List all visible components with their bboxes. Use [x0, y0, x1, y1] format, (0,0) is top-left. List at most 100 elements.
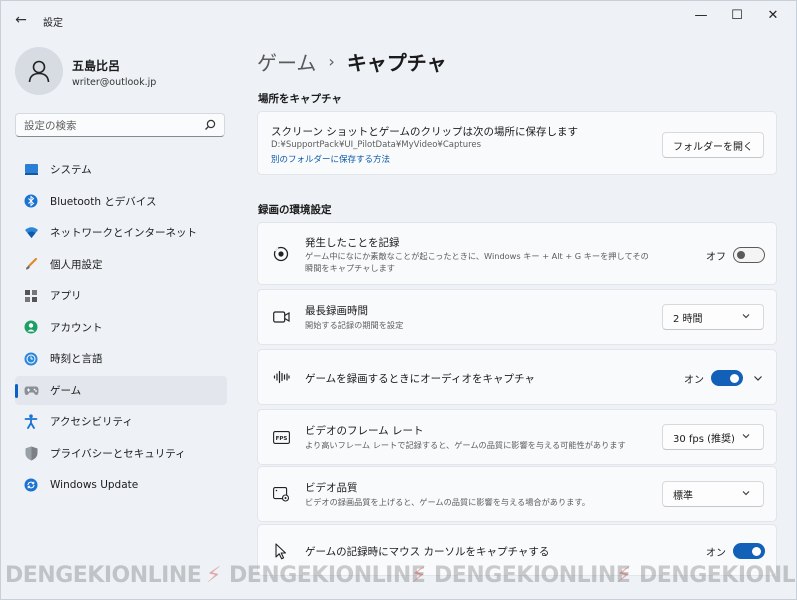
capture-location-path: D:¥SupportPack¥UI_PilotData¥MyVideo¥Capt…	[271, 140, 482, 150]
sidebar-item-label: Bluetooth とデバイス	[50, 195, 157, 208]
sidebar-item-personalization[interactable]: 個人用設定	[15, 250, 227, 279]
dropdown-value: 30 fps (推奨)	[673, 433, 735, 445]
record-what-happened-desc-line2: 瞬間をキャプチャします	[305, 263, 395, 273]
sidebar-item-label: アカウント	[50, 321, 103, 334]
section-title-capture-location: 場所をキャプチャ	[258, 93, 342, 105]
toggle-knob	[737, 251, 745, 259]
sidebar-item-system[interactable]: システム	[15, 155, 227, 184]
audio-wave-icon	[272, 368, 290, 386]
cursor-icon	[272, 542, 290, 560]
record-what-happened-card: 発生したことを記録 ゲーム中になにか素敵なことが起こったときに、Windows …	[257, 222, 777, 285]
record-icon	[272, 245, 290, 263]
capture-audio-toggle[interactable]	[711, 370, 743, 386]
minimize-button[interactable]: —	[684, 5, 718, 25]
frame-rate-desc: より高いフレーム レートで記録すると、ゲームの品質に影響を与える可能性があります	[305, 440, 626, 450]
sidebar-item-label: ネットワークとインターネット	[50, 227, 197, 239]
capture-audio-state: オン	[684, 375, 704, 386]
video-camera-icon	[272, 308, 290, 326]
sidebar-item-privacy-security[interactable]: プライバシーとセキュリティ	[15, 439, 227, 468]
settings-window: ← 設定 — ☐ ✕ 五島比呂 writer@outlook.jp 設定の検索 …	[0, 0, 797, 600]
time-language-icon	[23, 351, 39, 367]
accessibility-icon	[23, 414, 39, 430]
capture-location-card: スクリーン ショットとゲームのクリップは次の場所に保存します D:¥Suppor…	[257, 111, 777, 175]
video-quality-dropdown[interactable]: 標準	[662, 481, 764, 507]
max-recording-length-title: 最長録画時間	[305, 305, 368, 317]
sidebar-item-apps[interactable]: アプリ	[15, 281, 227, 310]
capture-audio-title: ゲームを録画するときにオーディオをキャプチャ	[305, 373, 535, 385]
app-title: 設定	[43, 18, 63, 29]
chevron-down-icon[interactable]	[751, 371, 765, 385]
user-name: 五島比呂	[72, 59, 121, 73]
sidebar-item-accessibility[interactable]: アクセシビリティ	[15, 407, 227, 436]
main-content: ゲーム › キャプチャ 場所をキャプチャ スクリーン ショットとゲームのクリップ…	[257, 37, 779, 600]
record-what-happened-title: 発生したことを記録	[305, 237, 400, 249]
frame-rate-dropdown[interactable]: 30 fps (推奨)	[662, 424, 764, 450]
sidebar-item-label: アプリ	[50, 290, 82, 302]
network-icon	[23, 225, 39, 241]
sidebar-item-label: Windows Update	[50, 478, 139, 491]
user-email: writer@outlook.jp	[72, 77, 157, 88]
sidebar: 五島比呂 writer@outlook.jp システム Bluetooth	[1, 37, 241, 600]
breadcrumb: ゲーム › キャプチャ	[257, 47, 447, 76]
video-quality-card: ビデオ品質 ビデオの録画品質を上げると、ゲームの品質に影響を与える場合があります…	[257, 466, 777, 522]
capture-cursor-state: オン	[706, 548, 726, 559]
avatar	[15, 47, 63, 95]
svg-text:FPS: FPS	[275, 436, 287, 442]
capture-location-title: スクリーン ショットとゲームのクリップは次の場所に保存します	[271, 126, 578, 138]
shield-icon	[23, 445, 39, 461]
frame-rate-card: FPS ビデオのフレーム レート より高いフレーム レートで記録すると、ゲームの…	[257, 409, 777, 465]
max-recording-length-dropdown[interactable]: 2 時間	[662, 304, 764, 330]
capture-cursor-toggle[interactable]	[733, 543, 765, 559]
capture-audio-card[interactable]: ゲームを録画するときにオーディオをキャプチャ オン	[257, 349, 777, 405]
chevron-down-icon	[742, 314, 750, 319]
sidebar-item-label: ゲーム	[50, 384, 82, 397]
fps-icon: FPS	[272, 428, 290, 446]
gamepad-icon	[23, 382, 39, 398]
sidebar-item-label: 個人用設定	[50, 258, 103, 271]
video-quality-icon	[272, 485, 290, 503]
chevron-down-icon	[742, 491, 750, 496]
capture-cursor-title: ゲームの記録時にマウス カーソルをキャプチャする	[305, 546, 550, 558]
maximize-button[interactable]: ☐	[720, 5, 754, 25]
chevron-down-icon	[742, 434, 750, 439]
sidebar-item-bluetooth[interactable]: Bluetooth とデバイス	[15, 187, 227, 216]
video-quality-desc: ビデオの録画品質を上げると、ゲームの品質に影響を与える場合があります。	[305, 497, 590, 507]
sidebar-item-network[interactable]: ネットワークとインターネット	[15, 218, 227, 247]
sidebar-item-gaming[interactable]: ゲーム	[15, 375, 227, 405]
sidebar-item-label: プライバシーとセキュリティ	[50, 447, 186, 460]
open-folder-button[interactable]: フォルダーを開く	[662, 132, 764, 158]
record-what-happened-desc-line1: ゲーム中になにか素敵なことが起こったときに、Windows キー + Alt +…	[305, 251, 649, 261]
dropdown-value: 2 時間	[673, 313, 703, 325]
apps-icon	[23, 288, 39, 304]
capture-cursor-card: ゲームの記録時にマウス カーソルをキャプチャする オン	[257, 524, 777, 576]
sidebar-item-label: 時刻と言語	[50, 353, 103, 365]
bluetooth-icon	[23, 193, 39, 209]
sidebar-item-accounts[interactable]: アカウント	[15, 313, 227, 342]
system-icon	[23, 162, 39, 178]
back-button[interactable]: ←	[11, 10, 31, 30]
sidebar-item-time-language[interactable]: 時刻と言語	[15, 344, 227, 373]
section-title-recording: 録画の環境設定	[258, 204, 332, 216]
dropdown-value: 標準	[673, 490, 693, 502]
brush-icon	[23, 256, 39, 272]
toggle-knob	[752, 546, 761, 556]
user-icon	[28, 60, 50, 83]
search-icon[interactable]	[203, 118, 217, 132]
sidebar-item-label: システム	[50, 164, 92, 176]
frame-rate-title: ビデオのフレーム レート	[305, 425, 424, 437]
search-box[interactable]	[15, 113, 225, 137]
sidebar-item-windows-update[interactable]: Windows Update	[15, 470, 227, 499]
close-button[interactable]: ✕	[756, 5, 790, 25]
profile[interactable]: 五島比呂 writer@outlook.jp	[15, 47, 235, 97]
max-recording-length-desc: 開始する記録の期間を設定	[305, 320, 404, 330]
save-location-help-link[interactable]: 別のフォルダーに保存する方法	[271, 153, 390, 165]
page-title: キャプチャ	[346, 51, 447, 75]
breadcrumb-separator: ›	[328, 52, 335, 71]
breadcrumb-parent[interactable]: ゲーム	[257, 47, 316, 76]
max-recording-length-card: 最長録画時間 開始する記録の期間を設定 2 時間	[257, 289, 777, 345]
record-what-happened-toggle[interactable]	[733, 247, 765, 263]
sidebar-item-label: アクセシビリティ	[50, 416, 133, 428]
account-icon	[23, 319, 39, 335]
search-input[interactable]	[24, 118, 194, 134]
sidebar-nav: システム Bluetooth とデバイス ネットワークとインターネット 個人用設…	[15, 155, 227, 502]
